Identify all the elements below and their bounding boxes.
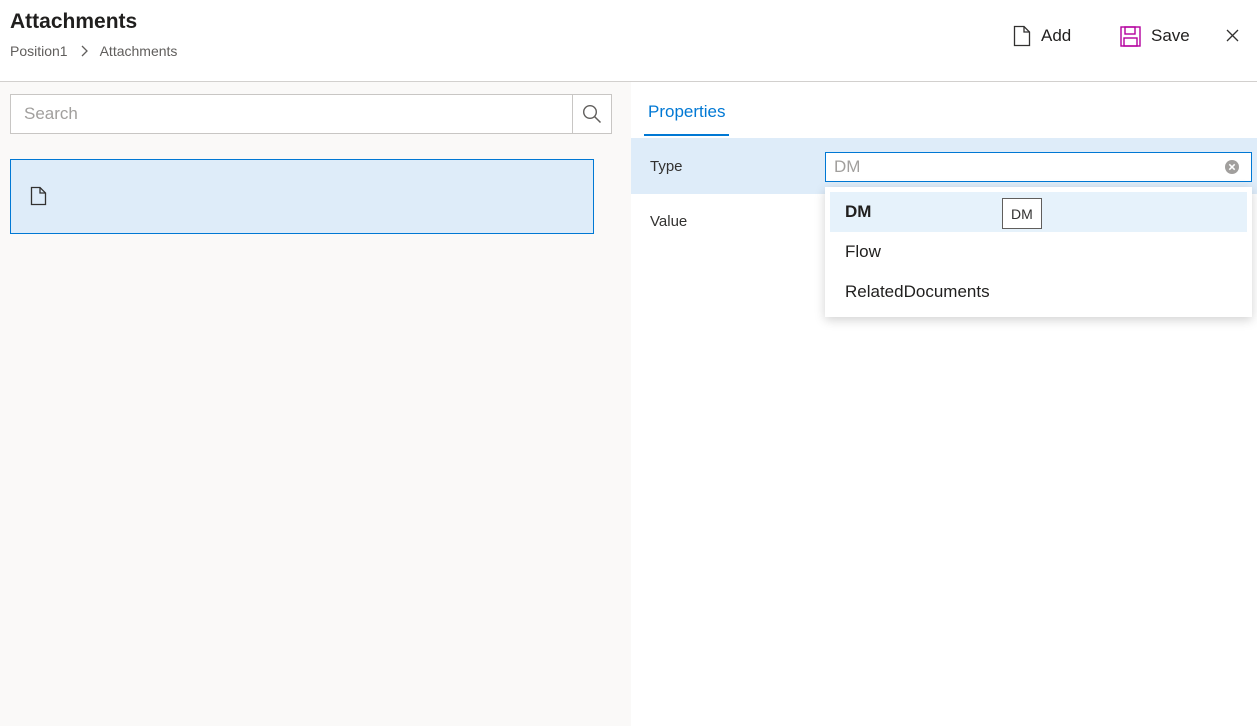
tab-properties[interactable]: Properties <box>644 102 730 136</box>
option-tooltip: DM <box>1002 198 1042 229</box>
document-icon <box>30 186 47 211</box>
search-box <box>10 94 612 134</box>
option-flow[interactable]: Flow <box>830 232 1247 272</box>
option-dm-label: DM <box>845 202 872 221</box>
option-relateddocuments[interactable]: RelatedDocuments <box>830 272 1247 312</box>
document-add-icon <box>1013 25 1031 47</box>
header: Attachments Position1 Attachments Add Sa… <box>0 0 1257 82</box>
clear-button[interactable] <box>1224 159 1240 175</box>
attachment-list-item[interactable] <box>10 159 594 234</box>
breadcrumb-item-attachments: Attachments <box>99 43 178 59</box>
properties-pane: Properties Type Value DM Flow RelatedDoc… <box>631 82 1257 726</box>
save-button[interactable]: Save <box>1120 23 1190 49</box>
attachments-list-pane <box>0 82 631 726</box>
chevron-right-icon <box>80 45 88 57</box>
clear-circle-icon <box>1225 160 1239 174</box>
type-input[interactable] <box>834 153 1219 181</box>
type-combobox[interactable] <box>825 152 1252 182</box>
add-label: Add <box>1041 26 1072 45</box>
breadcrumb: Position1 Attachments <box>10 43 177 59</box>
page-title: Attachments <box>10 10 138 33</box>
search-icon <box>582 104 602 124</box>
close-icon <box>1226 29 1238 41</box>
close-button[interactable] <box>1222 25 1242 45</box>
option-flow-label: Flow <box>845 242 881 261</box>
save-label: Save <box>1151 26 1190 45</box>
type-label: Type <box>650 158 683 175</box>
type-dropdown-list: DM Flow RelatedDocuments DM <box>825 187 1252 317</box>
breadcrumb-item-position1[interactable]: Position1 <box>10 43 68 59</box>
search-input[interactable] <box>11 95 572 133</box>
search-button[interactable] <box>572 95 611 133</box>
option-relateddocuments-label: RelatedDocuments <box>845 282 990 301</box>
add-button[interactable]: Add <box>1013 23 1071 49</box>
value-label: Value <box>650 213 688 230</box>
save-icon <box>1120 25 1141 47</box>
